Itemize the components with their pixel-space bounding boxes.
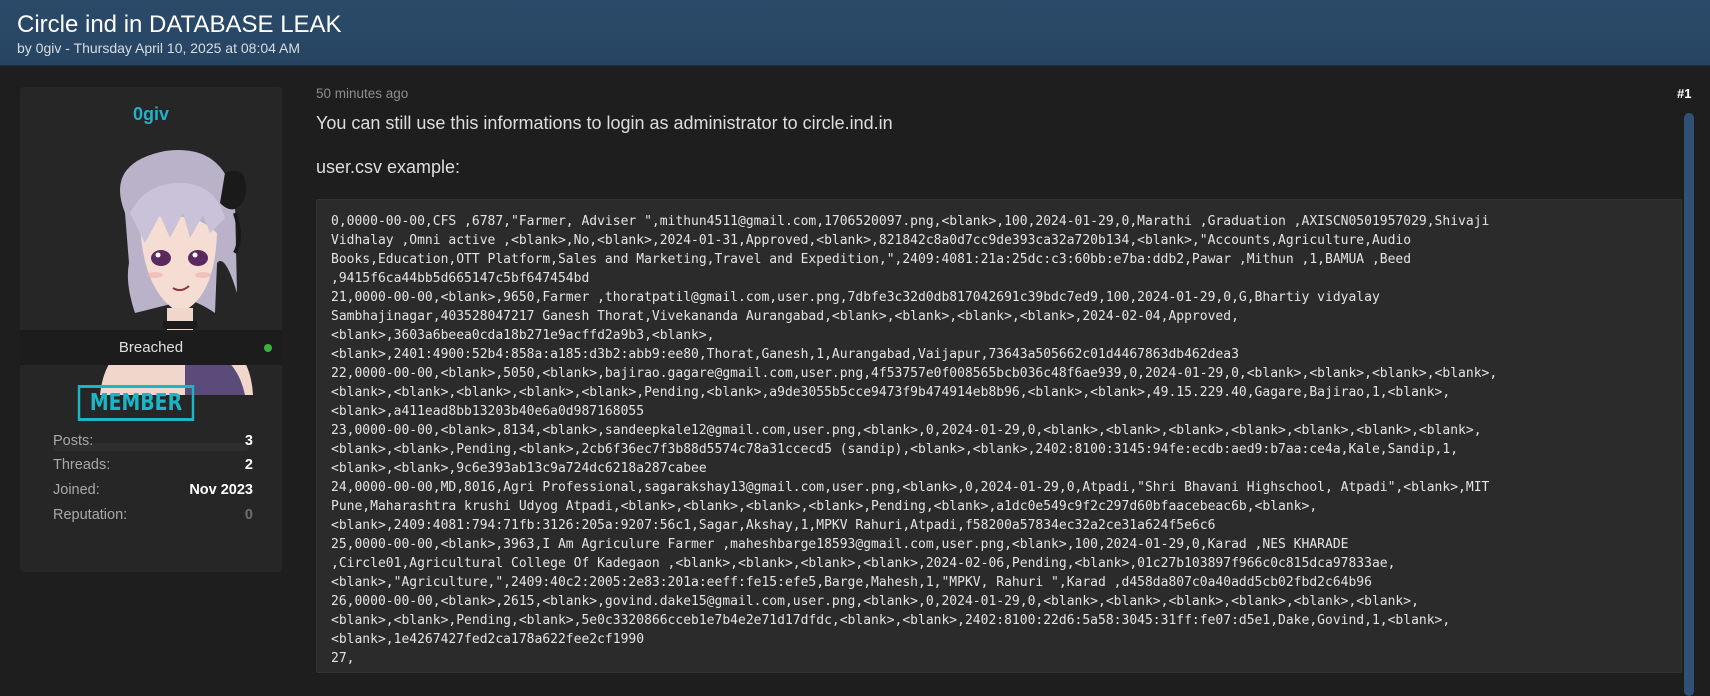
scrollbar-thumb[interactable] <box>1684 113 1694 696</box>
post-number-link[interactable]: #1 <box>1677 86 1691 101</box>
code-block[interactable]: 0,0000-00-00,CFS ,6787,"Farmer, Adviser … <box>316 199 1682 673</box>
stat-joined: Joined: Nov 2023 <box>53 482 253 502</box>
post-text: You can still use this informations to l… <box>316 113 893 133</box>
code-line: 23,0000-00-00,<blank>,8134,<blank>,sande… <box>331 423 1482 438</box>
stat-value[interactable]: 2 <box>245 457 253 473</box>
code-line: <blank>,<blank>,Pending,<blank>,5e0c3320… <box>331 613 1451 628</box>
code-line: <blank>,<blank>,Pending,<blank>,2cb6f36e… <box>331 442 1459 457</box>
status-bar: Breached <box>20 330 282 365</box>
code-line: 26,0000-00-00,<blank>,2615,<blank>,govin… <box>331 594 1419 609</box>
code-line: 21,0000-00-00,<blank>,9650,Farmer ,thora… <box>331 290 1380 305</box>
post-text: user.csv example: <box>316 157 461 177</box>
code-line: <blank>,"Agriculture,",2409:40c2:2005:2e… <box>331 575 1372 590</box>
code-line: <blank>,1e4267427fed2ca178a622fee2cf1990 <box>331 632 645 647</box>
online-indicator-icon <box>264 344 272 352</box>
code-line: Pune,Maharashtra krushi Udyog Atpadi,<bl… <box>331 499 1318 514</box>
code-line: ,9415f6ca44bb5d665147c5bf647454bd <box>331 271 590 286</box>
stat-label: Reputation: <box>53 507 128 523</box>
code-line: <blank>,<blank>,<blank>,<blank>,<blank>,… <box>331 385 1451 400</box>
status-label: Breached <box>118 339 184 356</box>
code-line: <blank>,3603a6beea0cda18b271e9acffd2a9b3… <box>331 328 715 343</box>
stat-label: Joined: <box>53 482 100 498</box>
thread-byline: by 0giv - Thursday April 10, 2025 at 08:… <box>17 40 301 56</box>
code-line: Sambhajinagar,403528047217 Ganesh Thorat… <box>331 309 1239 324</box>
code-line: 25,0000-00-00,<blank>,3963,I Am Agriculu… <box>331 537 1349 552</box>
code-line: <blank>,2401:4900:52b4:858a:a185:d3b2:ab… <box>331 347 1239 362</box>
stat-reputation: Reputation: 0 <box>53 507 253 527</box>
thread-title: Circle ind in DATABASE LEAK <box>17 11 342 38</box>
code-line: 22,0000-00-00,<blank>,5050,<blank>,bajir… <box>331 366 1498 381</box>
stat-threads: Threads: 2 <box>53 457 253 477</box>
stat-value: Nov 2023 <box>189 482 253 498</box>
code-line: <blank>,2409:4081:794:71fb:3126:205a:920… <box>331 518 1216 533</box>
code-line: <blank>,<blank>,9c6e393ab13c9a724dc6218a… <box>331 461 707 476</box>
thread-header: Circle ind in DATABASE LEAK by 0giv - Th… <box>0 0 1710 66</box>
stat-value[interactable]: 3 <box>245 433 253 449</box>
stat-posts: Posts: 3 <box>53 433 253 453</box>
code-line: 24,0000-00-00,MD,8016,Agri Professional,… <box>331 480 1490 495</box>
code-line: <blank>,a411ead8bb13203b40e6a0d987168055 <box>331 404 645 419</box>
stat-value[interactable]: 0 <box>245 507 253 523</box>
code-line: 27, <box>331 651 355 666</box>
author-username[interactable]: 0giv <box>20 104 282 125</box>
code-line: ,Circle01,Agricultural College Of Kadega… <box>331 556 1396 571</box>
author-panel: 0giv Breached MEMBER Posts: 3 Threads: 2… <box>20 87 282 572</box>
code-line: Books,Education,OTT Platform,Sales and M… <box>331 252 1412 267</box>
stat-label: Posts: <box>53 433 94 449</box>
stat-label: Threads: <box>53 457 111 473</box>
code-line: 0,0000-00-00,CFS ,6787,"Farmer, Adviser … <box>331 214 1490 229</box>
code-line: Vidhalay ,Omni active ,<blank>,No,<blank… <box>331 233 1412 248</box>
rank-badge: MEMBER <box>77 385 195 421</box>
post-timestamp[interactable]: 50 minutes ago <box>316 86 408 101</box>
